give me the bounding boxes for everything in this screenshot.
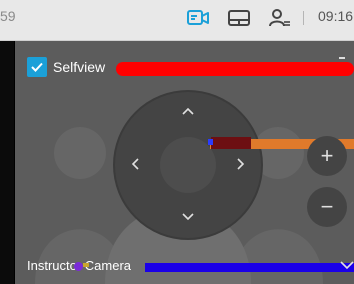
selfview-toggle[interactable]: Selfview (27, 57, 105, 77)
redaction-bar (116, 62, 354, 76)
redaction-mark (83, 263, 89, 267)
redaction-bar (211, 137, 251, 149)
redaction-bar (208, 139, 213, 145)
redaction-bar (145, 263, 354, 272)
pan-left-icon[interactable] (128, 157, 142, 171)
checkmark-icon (31, 62, 43, 72)
selfview-label: Selfview (53, 59, 106, 75)
chevron-down-icon[interactable] (340, 260, 354, 270)
pan-tilt-center (160, 137, 216, 193)
selfview-checkbox[interactable] (27, 57, 47, 77)
plus-icon: + (320, 143, 334, 168)
top-bar: 59 09:16 (0, 0, 354, 41)
redaction-mark (74, 262, 83, 271)
zoom-in-button[interactable]: + (307, 136, 347, 176)
pan-right-icon[interactable] (234, 157, 248, 171)
clock-time: 09:16 (318, 8, 354, 24)
camera-control-panel: Selfview + − Instructor Camera (15, 41, 354, 284)
camera-icon[interactable] (186, 7, 210, 29)
pan-tilt-control[interactable] (113, 90, 263, 240)
panel-mark (339, 57, 345, 59)
touch-panel-icon[interactable] (227, 7, 251, 29)
tilt-up-icon[interactable] (181, 104, 195, 118)
participant-list-icon[interactable] (268, 7, 292, 29)
minus-icon: − (320, 194, 334, 219)
zoom-out-button[interactable]: − (307, 187, 347, 227)
clock-fragment: 59 (0, 8, 16, 24)
topbar-separator (303, 11, 304, 25)
tilt-down-icon[interactable] (181, 210, 195, 224)
background-edge (0, 40, 14, 284)
